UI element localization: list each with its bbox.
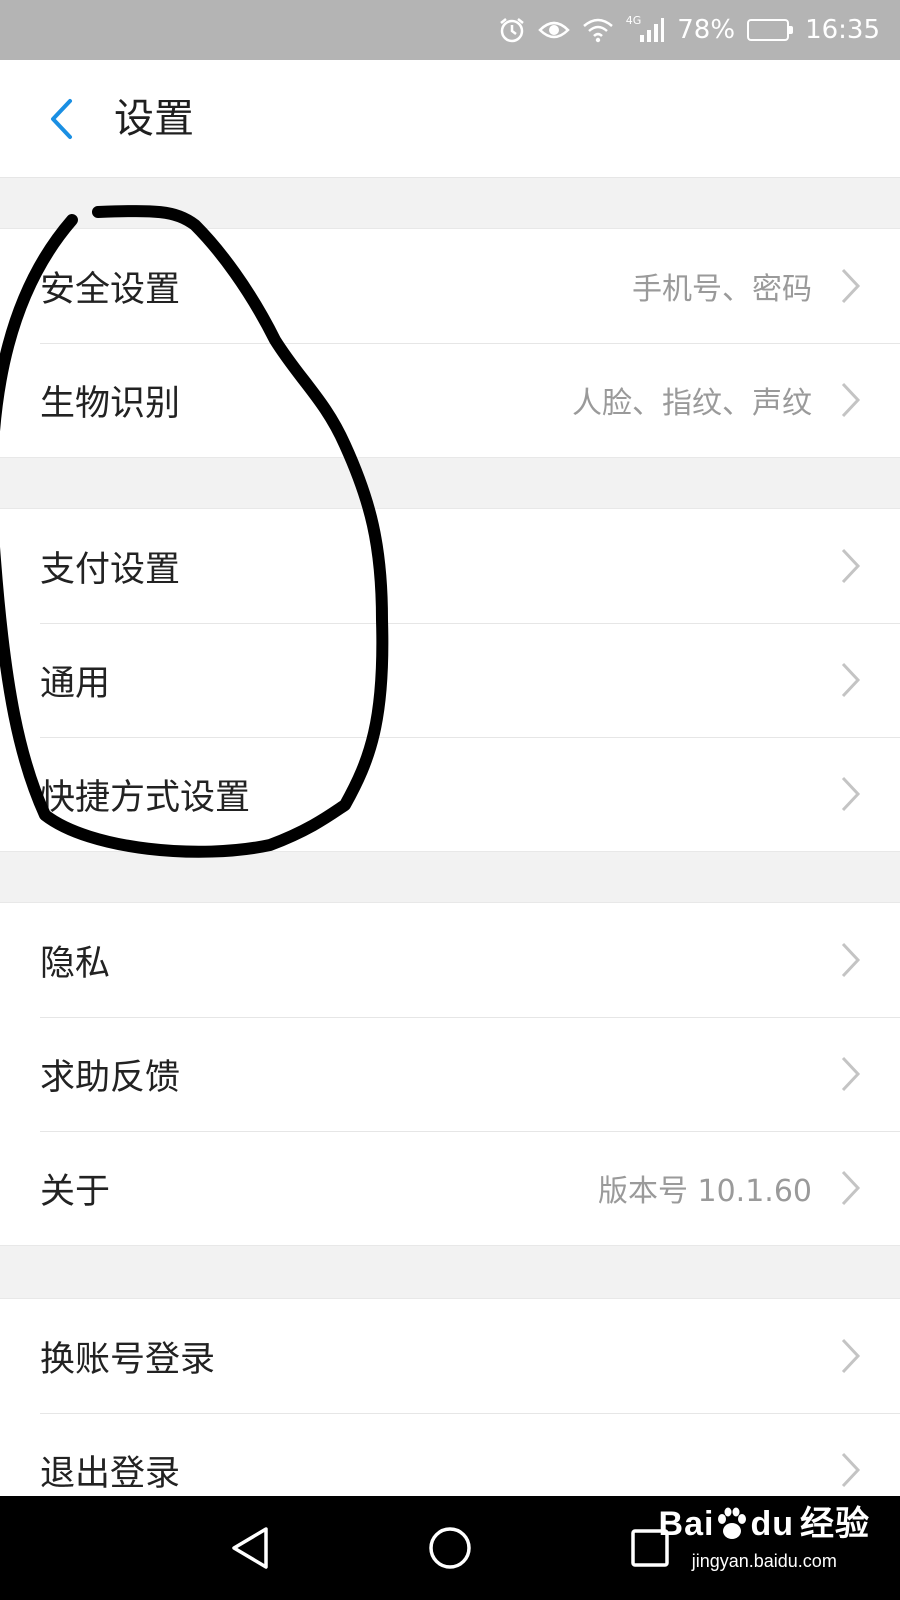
battery-percent: 78% xyxy=(677,15,736,45)
watermark-logo-part1: Bai xyxy=(658,1505,715,1543)
alarm-icon xyxy=(498,16,526,44)
row-value: 手机号、密码 xyxy=(632,272,812,307)
watermark-logo: Bai du 经验 xyxy=(659,1502,870,1546)
row-label: 换账号登录 xyxy=(40,1339,216,1380)
row-label: 生物识别 xyxy=(40,383,181,424)
baidu-jingyan-watermark: Bai du 经验 jingyan.baidu.com xyxy=(659,1502,870,1572)
row-biometrics[interactable]: 生物识别 人脸、指纹、声纹 xyxy=(0,343,900,457)
row-label: 安全设置 xyxy=(40,269,181,310)
eye-icon xyxy=(537,18,570,42)
battery-icon xyxy=(747,19,794,41)
page-title: 设置 xyxy=(114,96,194,142)
chevron-right-icon xyxy=(841,1452,861,1488)
chevron-right-icon xyxy=(841,1170,861,1206)
status-time: 16:35 xyxy=(805,15,880,45)
chevron-right-icon xyxy=(841,942,861,978)
chevron-right-icon xyxy=(841,382,861,418)
row-label: 退出登录 xyxy=(40,1453,181,1494)
chevron-left-icon xyxy=(51,99,72,139)
row-privacy[interactable]: 隐私 xyxy=(0,903,900,1017)
nav-back-button[interactable] xyxy=(222,1520,278,1576)
row-general[interactable]: 通用 xyxy=(0,623,900,737)
app-header: 设置 xyxy=(0,60,900,178)
settings-group-info: 隐私 求助反馈 关于 版本号 10.1.60 xyxy=(0,902,900,1246)
settings-group-login: 换账号登录 退出登录 xyxy=(0,1298,900,1528)
paw-icon xyxy=(718,1507,747,1539)
row-payment-settings[interactable]: 支付设置 xyxy=(0,509,900,623)
signal-icon: 4G xyxy=(625,13,666,43)
row-about[interactable]: 关于 版本号 10.1.60 xyxy=(0,1131,900,1245)
back-triangle-icon xyxy=(232,1527,268,1569)
chevron-right-icon xyxy=(841,1056,861,1092)
nav-home-button[interactable] xyxy=(422,1520,478,1576)
watermark-logo-part3: 经验 xyxy=(800,1505,870,1543)
chevron-right-icon xyxy=(841,1338,861,1374)
row-value: 人脸、指纹、声纹 xyxy=(572,386,812,421)
system-nav-bar: Bai du 经验 jingyan.baidu.com xyxy=(0,1496,900,1600)
chevron-right-icon xyxy=(841,776,861,812)
row-switch-account[interactable]: 换账号登录 xyxy=(0,1299,900,1413)
wifi-icon xyxy=(582,17,614,43)
watermark-url: jingyan.baidu.com xyxy=(691,1551,837,1571)
home-circle-icon xyxy=(429,1527,471,1569)
settings-screen: 4G 78% 16:35 设置 安全设置 手机号、密码 生物识别 人脸、指纹、声… xyxy=(0,0,900,1600)
row-label: 关于 xyxy=(40,1171,111,1212)
row-shortcut-settings[interactable]: 快捷方式设置 xyxy=(0,737,900,851)
network-type-label: 4G xyxy=(625,13,642,27)
row-value: 版本号 10.1.60 xyxy=(597,1174,812,1209)
watermark-logo-part2: du xyxy=(750,1505,794,1543)
back-button[interactable] xyxy=(36,92,86,146)
chevron-right-icon xyxy=(841,662,861,698)
chevron-right-icon xyxy=(841,548,861,584)
row-label: 支付设置 xyxy=(40,549,181,590)
row-label: 快捷方式设置 xyxy=(40,777,251,818)
row-security-settings[interactable]: 安全设置 手机号、密码 xyxy=(0,229,900,343)
row-label: 求助反馈 xyxy=(40,1057,181,1098)
row-label: 通用 xyxy=(40,663,111,704)
settings-group-account: 安全设置 手机号、密码 生物识别 人脸、指纹、声纹 xyxy=(0,228,900,458)
status-bar: 4G 78% 16:35 xyxy=(0,0,900,60)
row-label: 隐私 xyxy=(40,943,111,984)
row-help-feedback[interactable]: 求助反馈 xyxy=(0,1017,900,1131)
chevron-right-icon xyxy=(841,268,861,304)
settings-group-general: 支付设置 通用 快捷方式设置 xyxy=(0,508,900,852)
